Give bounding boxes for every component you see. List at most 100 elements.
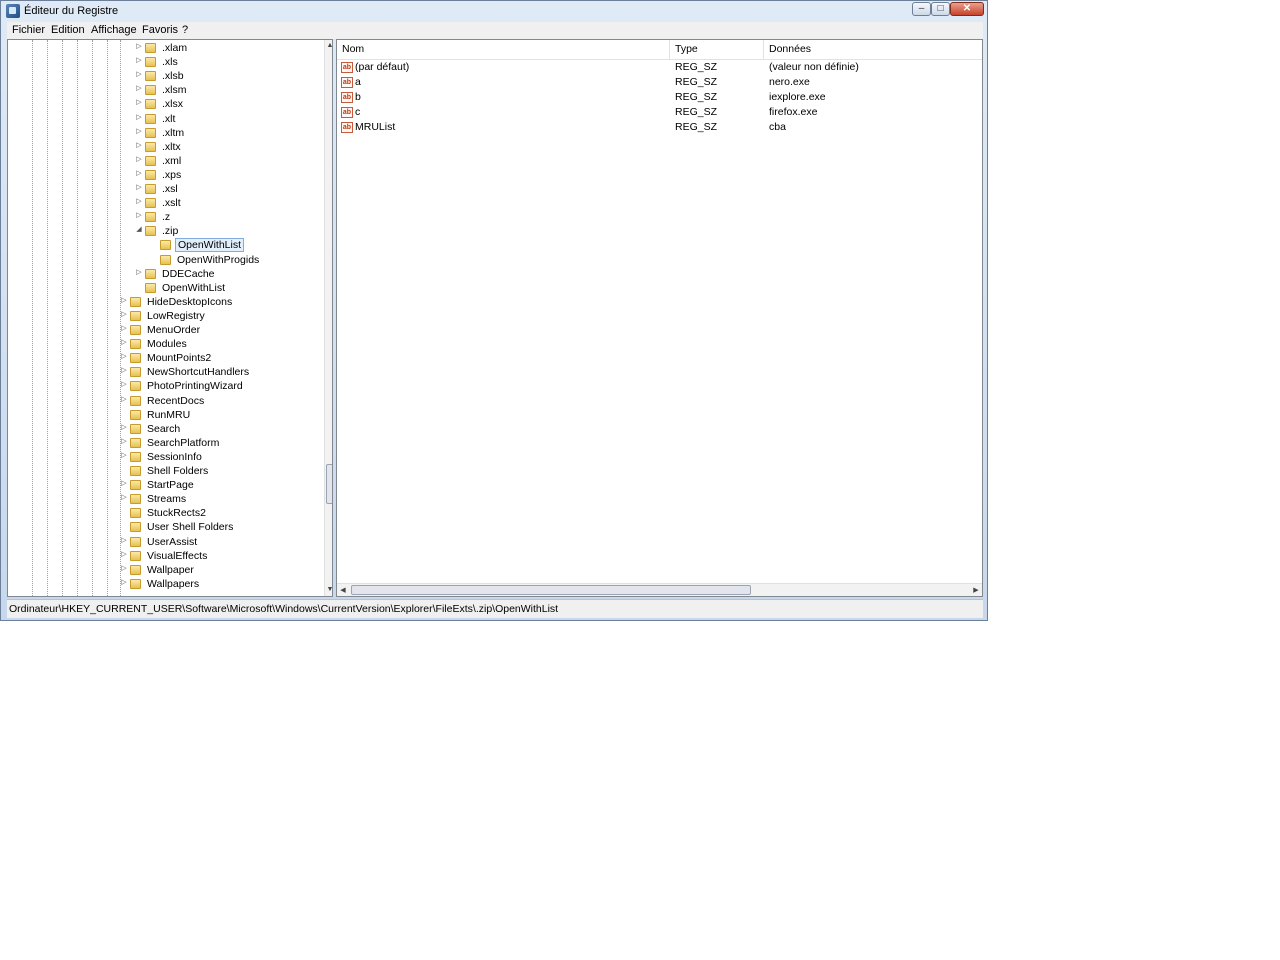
tree-node-label: StuckRects2 <box>147 507 206 520</box>
menu-bar: Fichier Edition Affichage Favoris ? <box>7 22 983 39</box>
expand-arrow-icon[interactable]: ▷ <box>135 127 143 135</box>
title-bar[interactable]: Éditeur du Registre – □ ✕ <box>1 1 987 22</box>
folder-icon <box>145 71 156 82</box>
tree-node-label: LowRegistry <box>147 309 205 322</box>
collapse-arrow-icon[interactable]: ◢ <box>135 225 143 233</box>
expand-arrow-icon[interactable]: ▷ <box>120 338 128 346</box>
expand-arrow-icon[interactable]: ▷ <box>135 169 143 177</box>
tree-node-label: Streams <box>147 493 187 506</box>
expand-arrow-icon[interactable]: ▷ <box>120 324 128 332</box>
expand-arrow-icon[interactable]: ▷ <box>120 451 128 459</box>
list-scroll-thumb[interactable] <box>351 585 751 595</box>
expand-arrow-icon[interactable]: ▷ <box>135 98 143 106</box>
folder-icon <box>145 212 156 223</box>
string-value-icon: ab <box>341 62 353 73</box>
expand-arrow-icon[interactable]: ▷ <box>135 42 143 50</box>
tree-node-label: UserAssist <box>147 535 198 548</box>
string-value-icon: ab <box>341 107 353 118</box>
expand-arrow-icon[interactable]: ▷ <box>120 479 128 487</box>
string-value-icon: ab <box>341 122 353 133</box>
folder-icon <box>130 409 141 420</box>
close-button[interactable]: ✕ <box>950 2 984 16</box>
expand-arrow-icon[interactable]: ▷ <box>120 395 128 403</box>
expand-arrow-icon[interactable]: ▷ <box>120 296 128 304</box>
maximize-button[interactable]: □ <box>931 2 950 16</box>
tree-node-label: .xlsx <box>162 98 183 111</box>
value-name: c <box>355 106 361 118</box>
expand-arrow-icon[interactable]: ▷ <box>135 141 143 149</box>
expand-arrow-icon[interactable]: ▷ <box>120 380 128 388</box>
folder-icon <box>130 508 141 519</box>
tree-node-label: .xslt <box>162 197 181 210</box>
expand-arrow-icon[interactable]: ▷ <box>135 155 143 163</box>
value-name: MRUList <box>355 121 396 133</box>
tree-guide-line <box>107 40 108 596</box>
expand-arrow-icon[interactable]: ▷ <box>135 113 143 121</box>
folder-icon <box>130 339 141 350</box>
column-header-donnees[interactable]: Données <box>764 40 982 59</box>
expand-arrow-icon[interactable]: ▷ <box>135 197 143 205</box>
tree-node-label: NewShortcutHandlers <box>147 366 250 379</box>
menu-affichage[interactable]: Affichage <box>91 24 137 36</box>
folder-icon <box>130 451 141 462</box>
menu-help[interactable]: ? <box>182 24 188 36</box>
expand-arrow-icon[interactable]: ▷ <box>120 550 128 558</box>
value-row[interactable]: ab c REG_SZ firefox.exe <box>337 105 982 120</box>
expand-arrow-icon[interactable]: ▷ <box>120 352 128 360</box>
folder-icon <box>145 43 156 53</box>
expand-arrow-icon[interactable]: ▷ <box>120 578 128 586</box>
minimize-button[interactable]: – <box>912 2 931 16</box>
expand-arrow-icon[interactable]: ▷ <box>135 183 143 191</box>
status-bar: Ordinateur\HKEY_CURRENT_USER\Software\Mi… <box>7 599 983 618</box>
tree-node-label: RecentDocs <box>147 394 205 407</box>
list-horizontal-scrollbar[interactable]: ◀ ▶ <box>337 583 982 596</box>
menu-edition[interactable]: Edition <box>51 24 85 36</box>
tree-node-label: .xlsm <box>162 84 187 97</box>
tree-node-label: .xps <box>162 168 182 181</box>
value-data: firefox.exe <box>769 106 818 118</box>
folder-icon <box>130 494 141 505</box>
menu-favoris[interactable]: Favoris <box>142 24 178 36</box>
value-name: b <box>355 91 361 103</box>
scroll-up-icon[interactable]: ▲ <box>325 40 332 52</box>
expand-arrow-icon[interactable]: ▷ <box>135 268 143 276</box>
tree-node-label: .xlam <box>162 42 188 54</box>
folder-icon <box>145 113 156 124</box>
registry-values-list[interactable]: Nom Type Données ◀ ▶ ab (par défaut) REG_S… <box>336 39 983 597</box>
status-path: Ordinateur\HKEY_CURRENT_USER\Software\Mi… <box>9 603 559 615</box>
tree-scroll-thumb[interactable] <box>326 464 332 504</box>
string-value-icon: ab <box>341 77 353 88</box>
expand-arrow-icon[interactable]: ▷ <box>135 56 143 64</box>
folder-icon <box>145 99 156 110</box>
registry-key-tree[interactable]: ▲ ▼ ▷ .xlam ▷ .xls ▷ .xlsb ▷ .xlsm ▷ .xlsx ▷ .xlt ▷.… <box>7 39 333 597</box>
scroll-right-icon[interactable]: ▶ <box>970 584 982 596</box>
folder-icon <box>145 155 156 166</box>
scroll-down-icon[interactable]: ▼ <box>325 584 332 596</box>
expand-arrow-icon[interactable]: ▷ <box>120 536 128 544</box>
expand-arrow-icon[interactable]: ▷ <box>120 366 128 374</box>
value-name: (par défaut) <box>355 61 410 73</box>
column-header-type[interactable]: Type <box>670 40 764 59</box>
value-row[interactable]: ab b REG_SZ iexplore.exe <box>337 90 982 105</box>
expand-arrow-icon[interactable]: ▷ <box>120 564 128 572</box>
expand-arrow-icon[interactable]: ▷ <box>135 84 143 92</box>
expand-arrow-icon[interactable]: ▷ <box>120 437 128 445</box>
column-header-nom[interactable]: Nom <box>337 40 670 59</box>
value-row[interactable]: ab MRUList REG_SZ cba <box>337 120 982 135</box>
value-row[interactable]: ab (par défaut) REG_SZ (valeur non définie) <box>337 60 982 75</box>
expand-arrow-icon[interactable]: ▷ <box>135 70 143 78</box>
menu-fichier[interactable]: Fichier <box>12 24 45 36</box>
folder-icon <box>130 395 141 406</box>
expand-arrow-icon[interactable]: ▷ <box>120 493 128 501</box>
tree-node-label: HideDesktopIcons <box>147 295 233 308</box>
tree-guide-line <box>62 40 63 596</box>
tree-vertical-scrollbar[interactable]: ▲ ▼ <box>324 40 332 596</box>
tree-node-label: .xml <box>162 154 182 167</box>
folder-icon <box>130 296 141 307</box>
scroll-left-icon[interactable]: ◀ <box>337 584 349 596</box>
value-type: REG_SZ <box>675 61 718 73</box>
expand-arrow-icon[interactable]: ▷ <box>120 423 128 431</box>
expand-arrow-icon[interactable]: ▷ <box>135 211 143 219</box>
value-row[interactable]: ab a REG_SZ nero.exe <box>337 75 982 90</box>
expand-arrow-icon[interactable]: ▷ <box>120 310 128 318</box>
